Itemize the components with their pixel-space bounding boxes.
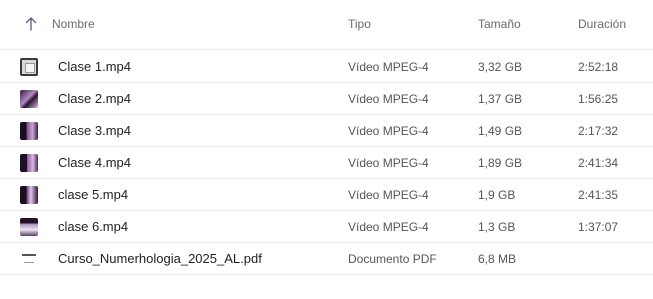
file-type: Documento PDF — [348, 252, 437, 266]
file-size: 1,37 GB — [478, 92, 523, 106]
file-row[interactable]: clase 6.mp4 Vídeo MPEG-4 1,3 GB 1:37:07 — [0, 211, 653, 243]
column-header-size[interactable]: Tamaño — [478, 17, 521, 31]
video-thumbnail-icon — [20, 90, 38, 108]
file-list: Nombre Tipo Tamaño Duración Clase 1.mp4 … — [0, 0, 653, 299]
sort-ascending-arrow-icon[interactable] — [24, 16, 38, 32]
file-name: clase 5.mp4 — [58, 187, 129, 202]
video-thumbnail-icon — [20, 58, 38, 76]
file-row[interactable]: Clase 2.mp4 Vídeo MPEG-4 1,37 GB 1:56:25 — [0, 83, 653, 115]
file-duration: 2:41:35 — [578, 188, 619, 202]
file-name: clase 6.mp4 — [58, 219, 129, 234]
video-thumbnail-icon — [20, 186, 38, 204]
file-name: Clase 2.mp4 — [58, 91, 131, 106]
file-type: Vídeo MPEG-4 — [348, 92, 429, 106]
video-thumbnail-icon — [20, 218, 38, 236]
file-row[interactable]: Clase 1.mp4 Vídeo MPEG-4 3,32 GB 2:52:18 — [0, 51, 653, 83]
file-duration: 1:56:25 — [578, 92, 619, 106]
column-header-type[interactable]: Tipo — [348, 17, 371, 31]
file-type: Vídeo MPEG-4 — [348, 124, 429, 138]
file-row[interactable]: Curso_Numerhologia_2025_AL.pdf Documento… — [0, 243, 653, 275]
file-name: Clase 4.mp4 — [58, 155, 131, 170]
file-name: Clase 3.mp4 — [58, 123, 131, 138]
file-size: 3,32 GB — [478, 60, 523, 74]
file-duration: 2:52:18 — [578, 60, 619, 74]
file-duration: 2:17:32 — [578, 124, 619, 138]
file-type: Vídeo MPEG-4 — [348, 220, 429, 234]
column-header-duration[interactable]: Duración — [578, 17, 626, 31]
file-type: Vídeo MPEG-4 — [348, 156, 429, 170]
column-header-name[interactable]: Nombre — [52, 17, 95, 31]
file-row[interactable]: clase 5.mp4 Vídeo MPEG-4 1,9 GB 2:41:35 — [0, 179, 653, 211]
file-size: 6,8 MB — [478, 252, 517, 266]
video-thumbnail-icon — [20, 154, 38, 172]
file-name: Clase 1.mp4 — [58, 59, 131, 74]
file-size: 1,89 GB — [478, 156, 523, 170]
video-thumbnail-icon — [20, 122, 38, 140]
file-size: 1,3 GB — [478, 220, 516, 234]
file-duration: 1:37:07 — [578, 220, 619, 234]
file-size: 1,9 GB — [478, 188, 516, 202]
file-row[interactable]: Clase 4.mp4 Vídeo MPEG-4 1,89 GB 2:41:34 — [0, 147, 653, 179]
file-row[interactable]: Clase 3.mp4 Vídeo MPEG-4 1,49 GB 2:17:32 — [0, 115, 653, 147]
file-type: Vídeo MPEG-4 — [348, 60, 429, 74]
file-list-header: Nombre Tipo Tamaño Duración — [0, 0, 653, 50]
pdf-thumbnail-icon — [20, 250, 38, 268]
file-size: 1,49 GB — [478, 124, 523, 138]
file-name: Curso_Numerhologia_2025_AL.pdf — [58, 251, 262, 266]
file-duration: 2:41:34 — [578, 156, 619, 170]
file-type: Vídeo MPEG-4 — [348, 188, 429, 202]
